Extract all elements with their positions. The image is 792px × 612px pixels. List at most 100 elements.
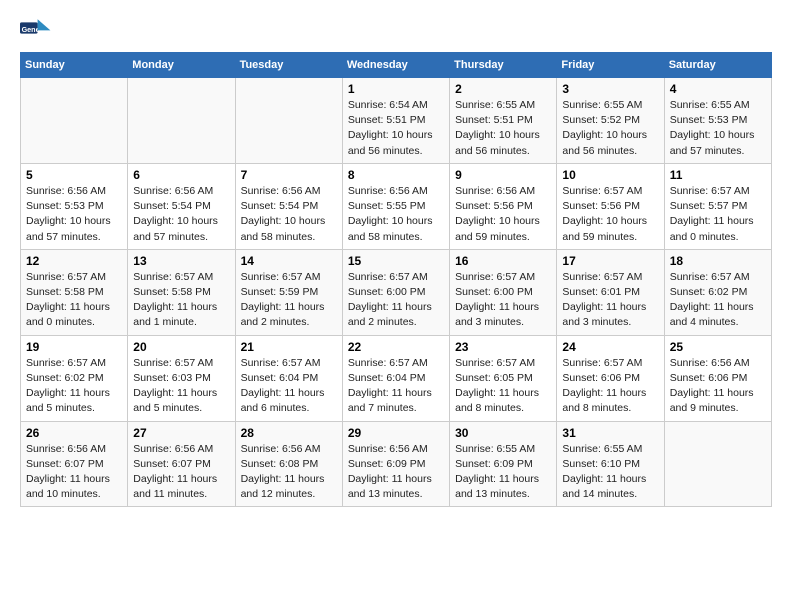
day-info: Sunrise: 6:57 AM Sunset: 6:03 PM Dayligh… — [133, 356, 229, 417]
calendar-table: SundayMondayTuesdayWednesdayThursdayFrid… — [20, 52, 772, 507]
day-number: 8 — [348, 168, 444, 182]
day-info: Sunrise: 6:55 AM Sunset: 6:09 PM Dayligh… — [455, 442, 551, 503]
day-info: Sunrise: 6:57 AM Sunset: 5:58 PM Dayligh… — [133, 270, 229, 331]
day-cell: 15 Sunrise: 6:57 AM Sunset: 6:00 PM Dayli… — [342, 249, 449, 335]
day-cell: 16 Sunrise: 6:57 AM Sunset: 6:00 PM Dayli… — [450, 249, 557, 335]
day-info: Sunrise: 6:57 AM Sunset: 5:58 PM Dayligh… — [26, 270, 122, 331]
day-info: Sunrise: 6:57 AM Sunset: 6:04 PM Dayligh… — [348, 356, 444, 417]
day-info: Sunrise: 6:57 AM Sunset: 6:05 PM Dayligh… — [455, 356, 551, 417]
day-info: Sunrise: 6:55 AM Sunset: 5:53 PM Dayligh… — [670, 98, 766, 159]
day-cell: 7 Sunrise: 6:56 AM Sunset: 5:54 PM Daylig… — [235, 163, 342, 249]
day-cell: 10 Sunrise: 6:57 AM Sunset: 5:56 PM Dayli… — [557, 163, 664, 249]
day-number: 5 — [26, 168, 122, 182]
day-number: 12 — [26, 254, 122, 268]
week-row-2: 12 Sunrise: 6:57 AM Sunset: 5:58 PM Dayli… — [21, 249, 772, 335]
day-cell: 6 Sunrise: 6:56 AM Sunset: 5:54 PM Daylig… — [128, 163, 235, 249]
day-cell: 11 Sunrise: 6:57 AM Sunset: 5:57 PM Dayli… — [664, 163, 771, 249]
day-cell: 27Sunrise: 6:56 AM Sunset: 6:07 PM Dayli… — [128, 421, 235, 507]
day-number: 21 — [241, 340, 337, 354]
day-cell — [664, 421, 771, 507]
day-cell: 24 Sunrise: 6:57 AM Sunset: 6:06 PM Dayli… — [557, 335, 664, 421]
day-number: 16 — [455, 254, 551, 268]
day-info: Sunrise: 6:54 AM Sunset: 5:51 PM Dayligh… — [348, 98, 444, 159]
day-info: Sunrise: 6:56 AM Sunset: 5:54 PM Dayligh… — [241, 184, 337, 245]
logo-icon: General — [20, 16, 52, 44]
day-number: 1 — [348, 82, 444, 96]
day-number: 29 — [348, 426, 444, 440]
day-cell: 5Sunrise: 6:56 AM Sunset: 5:53 PM Daylig… — [21, 163, 128, 249]
day-number: 25 — [670, 340, 766, 354]
day-number: 9 — [455, 168, 551, 182]
day-number: 6 — [133, 168, 229, 182]
calendar-header: SundayMondayTuesdayWednesdayThursdayFrid… — [21, 53, 772, 78]
day-info: Sunrise: 6:57 AM Sunset: 6:00 PM Dayligh… — [348, 270, 444, 331]
day-cell: 22 Sunrise: 6:57 AM Sunset: 6:04 PM Dayli… — [342, 335, 449, 421]
week-row-1: 5Sunrise: 6:56 AM Sunset: 5:53 PM Daylig… — [21, 163, 772, 249]
header-sunday: Sunday — [21, 53, 128, 78]
day-info: Sunrise: 6:56 AM Sunset: 5:55 PM Dayligh… — [348, 184, 444, 245]
week-row-3: 19 Sunrise: 6:57 AM Sunset: 6:02 PM Dayli… — [21, 335, 772, 421]
day-number: 14 — [241, 254, 337, 268]
day-info: Sunrise: 6:57 AM Sunset: 6:00 PM Dayligh… — [455, 270, 551, 331]
day-cell: 21Sunrise: 6:57 AM Sunset: 6:04 PM Dayli… — [235, 335, 342, 421]
day-info: Sunrise: 6:55 AM Sunset: 5:52 PM Dayligh… — [562, 98, 658, 159]
day-info: Sunrise: 6:57 AM Sunset: 5:59 PM Dayligh… — [241, 270, 337, 331]
day-cell: 31 Sunrise: 6:55 AM Sunset: 6:10 PM Dayli… — [557, 421, 664, 507]
day-cell: 18Sunrise: 6:57 AM Sunset: 6:02 PM Dayli… — [664, 249, 771, 335]
day-cell — [235, 78, 342, 164]
day-info: Sunrise: 6:55 AM Sunset: 5:51 PM Dayligh… — [455, 98, 551, 159]
day-number: 7 — [241, 168, 337, 182]
day-number: 22 — [348, 340, 444, 354]
day-cell: 2 Sunrise: 6:55 AM Sunset: 5:51 PM Daylig… — [450, 78, 557, 164]
day-info: Sunrise: 6:56 AM Sunset: 5:56 PM Dayligh… — [455, 184, 551, 245]
day-info: Sunrise: 6:57 AM Sunset: 6:06 PM Dayligh… — [562, 356, 658, 417]
day-cell: 9 Sunrise: 6:56 AM Sunset: 5:56 PM Daylig… — [450, 163, 557, 249]
week-row-4: 26 Sunrise: 6:56 AM Sunset: 6:07 PM Dayli… — [21, 421, 772, 507]
page-header: General — [20, 16, 772, 44]
day-cell: 19 Sunrise: 6:57 AM Sunset: 6:02 PM Dayli… — [21, 335, 128, 421]
day-number: 20 — [133, 340, 229, 354]
day-info: Sunrise: 6:56 AM Sunset: 6:09 PM Dayligh… — [348, 442, 444, 503]
header-saturday: Saturday — [664, 53, 771, 78]
day-number: 19 — [26, 340, 122, 354]
day-cell: 8 Sunrise: 6:56 AM Sunset: 5:55 PM Daylig… — [342, 163, 449, 249]
day-number: 10 — [562, 168, 658, 182]
day-number: 17 — [562, 254, 658, 268]
header-friday: Friday — [557, 53, 664, 78]
day-cell: 1 Sunrise: 6:54 AM Sunset: 5:51 PM Daylig… — [342, 78, 449, 164]
day-number: 26 — [26, 426, 122, 440]
calendar-body: 1 Sunrise: 6:54 AM Sunset: 5:51 PM Daylig… — [21, 78, 772, 507]
day-cell: 20 Sunrise: 6:57 AM Sunset: 6:03 PM Dayli… — [128, 335, 235, 421]
day-info: Sunrise: 6:57 AM Sunset: 5:56 PM Dayligh… — [562, 184, 658, 245]
day-cell: 28Sunrise: 6:56 AM Sunset: 6:08 PM Dayli… — [235, 421, 342, 507]
day-number: 3 — [562, 82, 658, 96]
day-cell: 17Sunrise: 6:57 AM Sunset: 6:01 PM Dayli… — [557, 249, 664, 335]
day-number: 4 — [670, 82, 766, 96]
header-thursday: Thursday — [450, 53, 557, 78]
logo: General — [20, 16, 56, 44]
day-number: 2 — [455, 82, 551, 96]
day-cell: 12 Sunrise: 6:57 AM Sunset: 5:58 PM Dayli… — [21, 249, 128, 335]
day-number: 15 — [348, 254, 444, 268]
day-info: Sunrise: 6:57 AM Sunset: 6:02 PM Dayligh… — [26, 356, 122, 417]
day-cell — [21, 78, 128, 164]
day-info: Sunrise: 6:55 AM Sunset: 6:10 PM Dayligh… — [562, 442, 658, 503]
day-info: Sunrise: 6:56 AM Sunset: 5:54 PM Dayligh… — [133, 184, 229, 245]
week-row-0: 1 Sunrise: 6:54 AM Sunset: 5:51 PM Daylig… — [21, 78, 772, 164]
header-wednesday: Wednesday — [342, 53, 449, 78]
day-number: 13 — [133, 254, 229, 268]
day-number: 11 — [670, 168, 766, 182]
day-number: 24 — [562, 340, 658, 354]
day-number: 31 — [562, 426, 658, 440]
day-cell: 30Sunrise: 6:55 AM Sunset: 6:09 PM Dayli… — [450, 421, 557, 507]
day-info: Sunrise: 6:56 AM Sunset: 6:07 PM Dayligh… — [26, 442, 122, 503]
day-info: Sunrise: 6:56 AM Sunset: 6:07 PM Dayligh… — [133, 442, 229, 503]
day-cell: 23Sunrise: 6:57 AM Sunset: 6:05 PM Dayli… — [450, 335, 557, 421]
day-cell: 14 Sunrise: 6:57 AM Sunset: 5:59 PM Dayli… — [235, 249, 342, 335]
day-info: Sunrise: 6:57 AM Sunset: 5:57 PM Dayligh… — [670, 184, 766, 245]
day-info: Sunrise: 6:56 AM Sunset: 6:08 PM Dayligh… — [241, 442, 337, 503]
header-monday: Monday — [128, 53, 235, 78]
day-cell: 29 Sunrise: 6:56 AM Sunset: 6:09 PM Dayli… — [342, 421, 449, 507]
day-cell: 25Sunrise: 6:56 AM Sunset: 6:06 PM Dayli… — [664, 335, 771, 421]
header-tuesday: Tuesday — [235, 53, 342, 78]
